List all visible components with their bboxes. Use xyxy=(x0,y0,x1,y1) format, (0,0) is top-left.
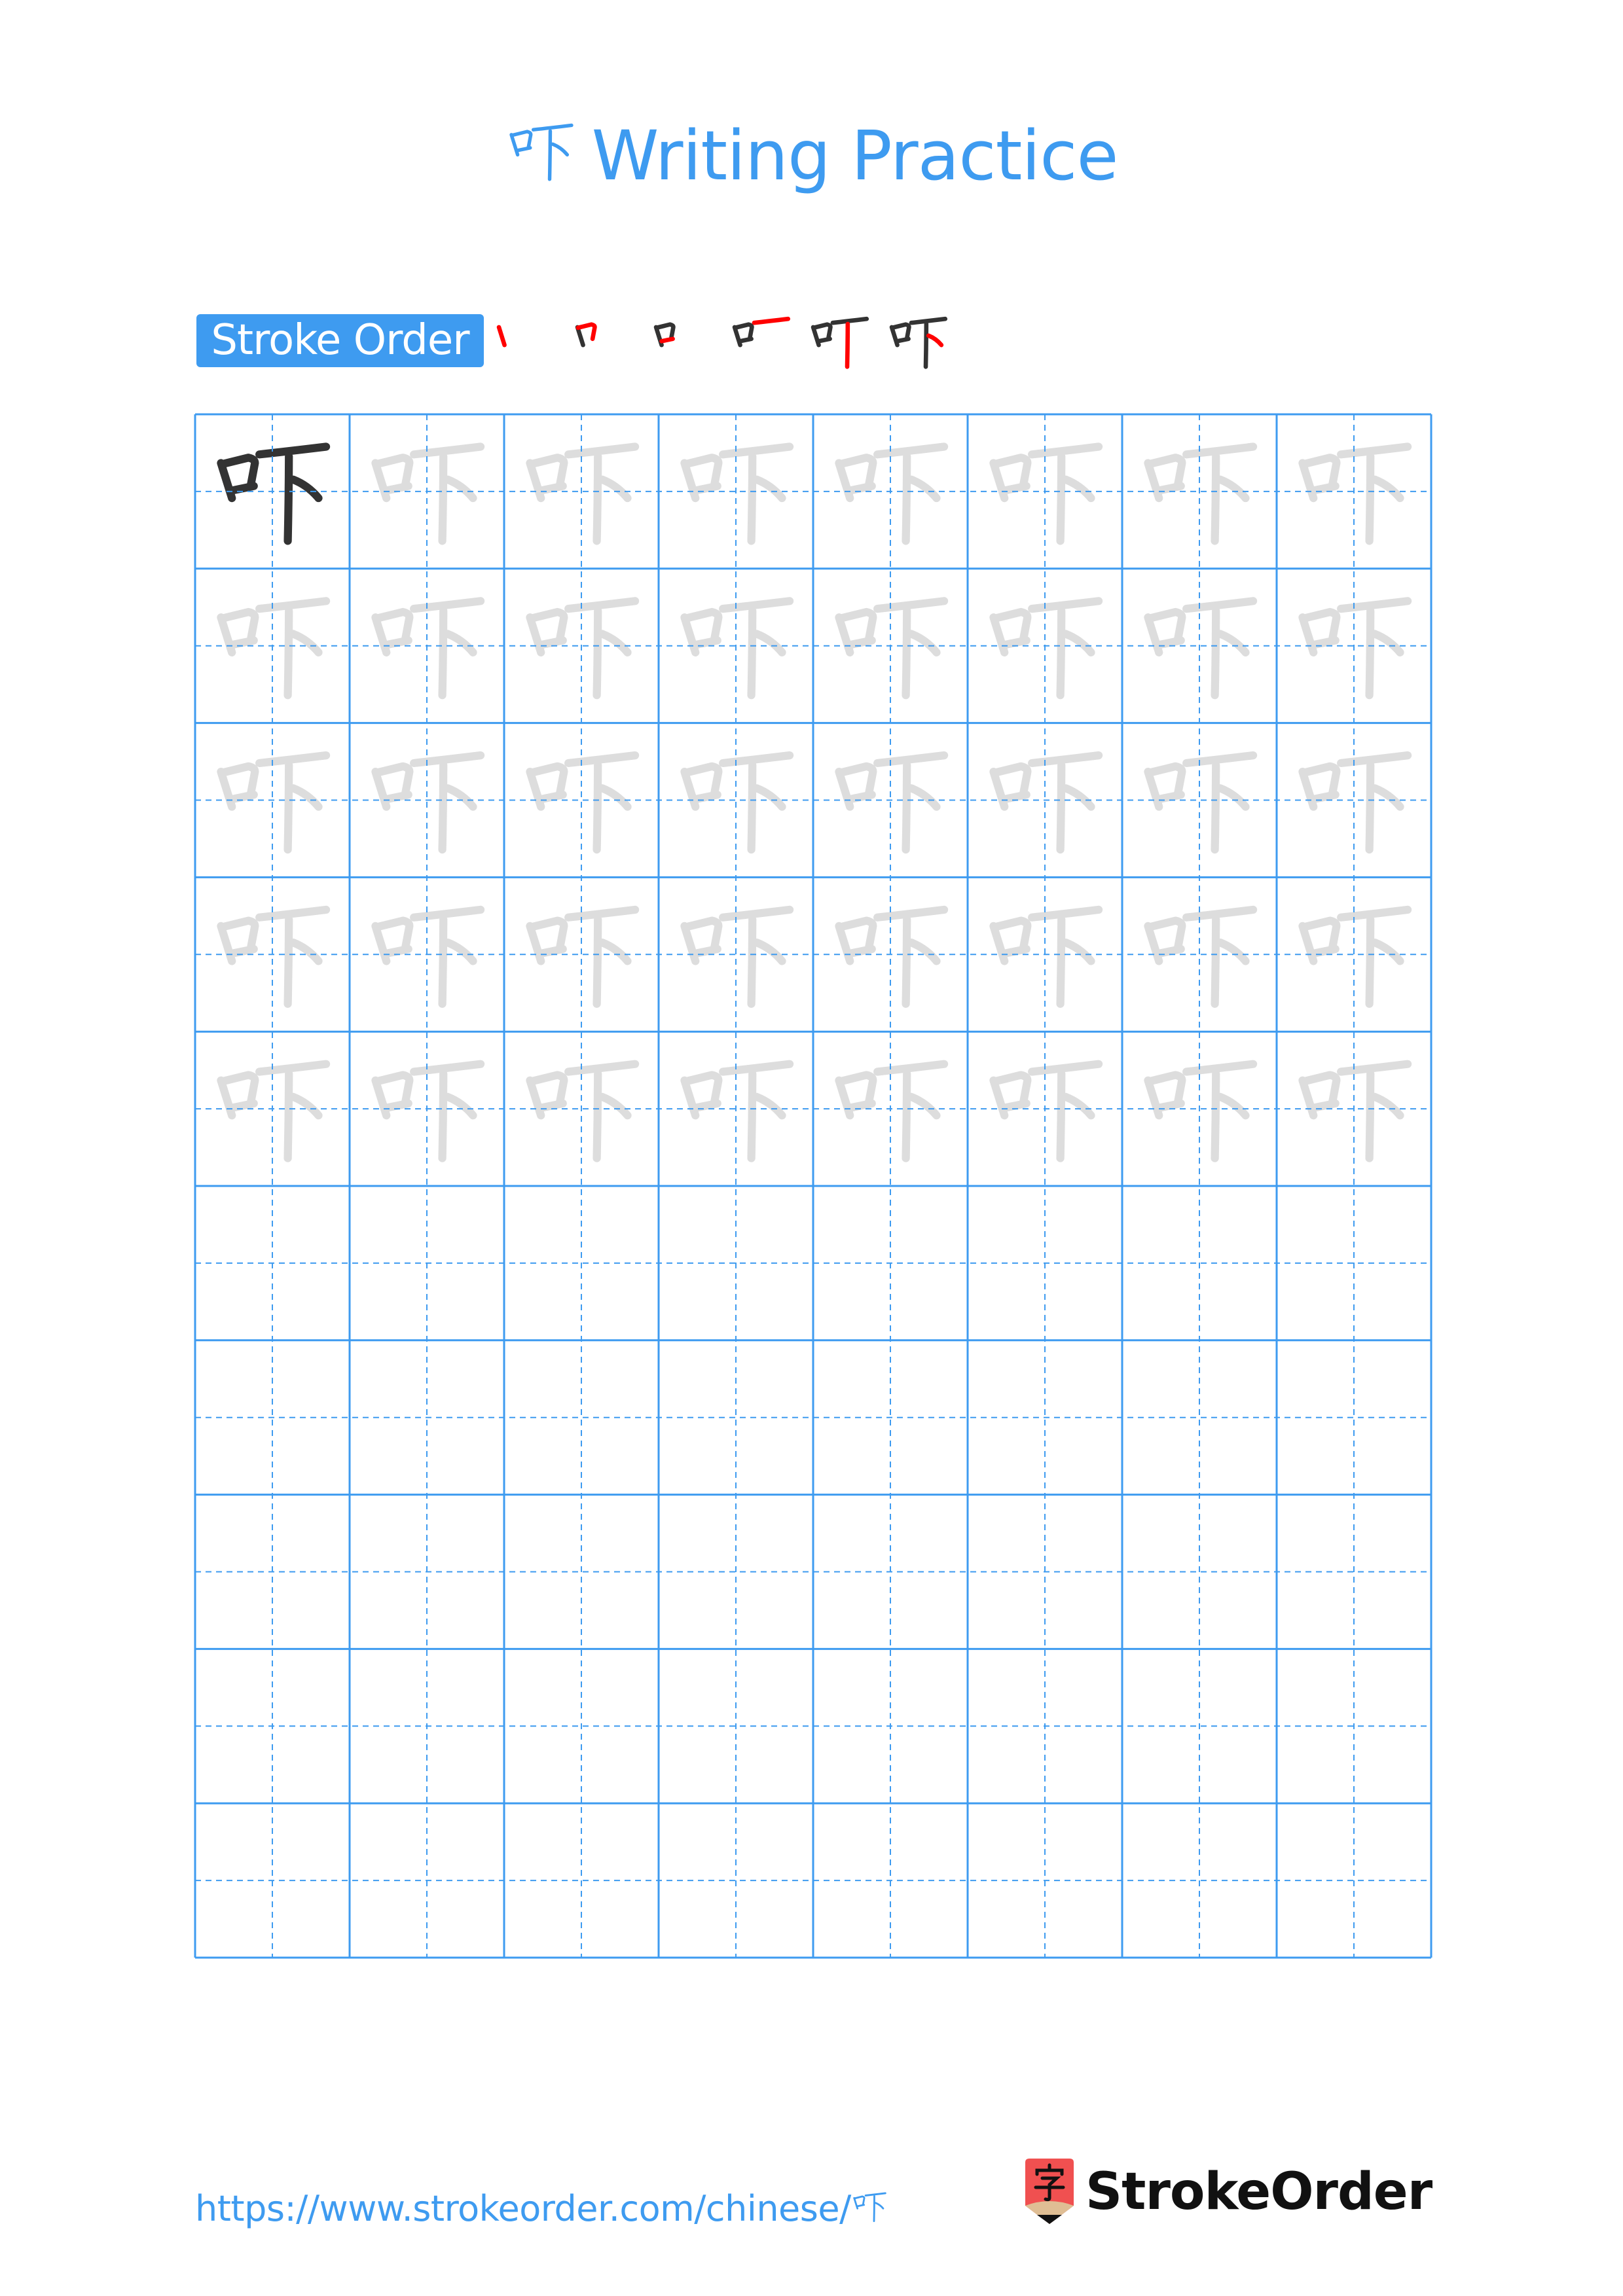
stroke-step-6 xyxy=(879,302,957,381)
page-title: Writing Practice xyxy=(0,110,1623,202)
stroke-step-2 xyxy=(564,302,643,381)
stroke-step-5 xyxy=(800,302,879,381)
footer-url[interactable]: https://www.strokeorder.com/chinese/ xyxy=(195,2186,888,2232)
stroke-step-3 xyxy=(643,302,721,381)
title-text: Writing Practice xyxy=(591,116,1119,196)
stroke-step-4 xyxy=(721,302,800,381)
title-character-glyph xyxy=(505,118,576,188)
grid-lines xyxy=(194,413,1432,1959)
logo-pencil-icon xyxy=(1025,2159,1074,2224)
stroke-order-badge: Stroke Order xyxy=(196,314,484,367)
logo-text: StrokeOrder xyxy=(1085,2162,1432,2221)
footer-url-text[interactable]: https://www.strokeorder.com/chinese/ xyxy=(195,2188,851,2229)
stroke-order-sequence xyxy=(486,302,957,381)
stroke-step-1 xyxy=(486,302,564,381)
strokeorder-logo: StrokeOrder xyxy=(1025,2159,1432,2225)
footer-url-character-glyph xyxy=(851,2189,888,2226)
practice-grid xyxy=(194,413,1432,1959)
